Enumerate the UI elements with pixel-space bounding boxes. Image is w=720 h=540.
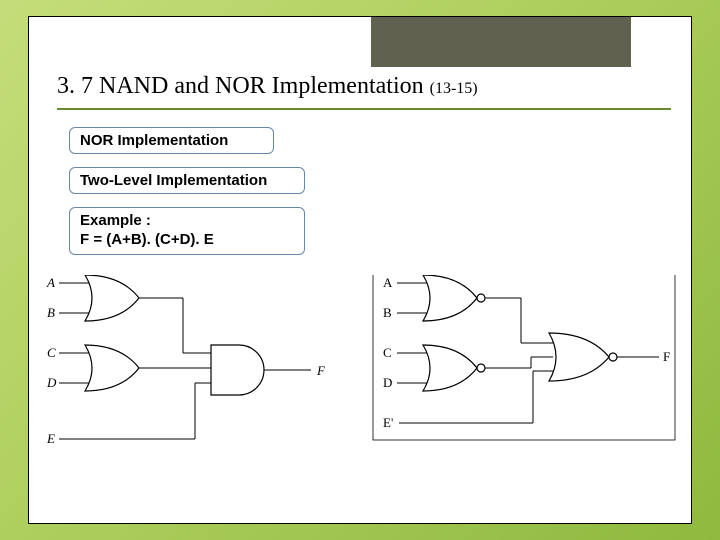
- left-input-A: A: [46, 275, 55, 290]
- bubble-nor1: [477, 294, 485, 302]
- right-input-B: B: [383, 305, 392, 320]
- circuit-diagrams: A B C D E: [43, 275, 679, 490]
- header-accent-block: [371, 17, 631, 67]
- left-input-E: E: [46, 431, 55, 446]
- box-example: Example : F = (A+B). (C+D). E: [69, 207, 305, 255]
- left-input-C: C: [47, 345, 56, 360]
- title-text: 3. 7 NAND and NOR Implementation: [57, 73, 430, 99]
- box-nor-implementation: NOR Implementation: [69, 127, 274, 154]
- right-input-D: D: [383, 375, 392, 390]
- slide-frame: 3. 7 NAND and NOR Implementation (13-15)…: [28, 16, 692, 524]
- circuit-svg: A B C D E: [43, 275, 679, 490]
- box-two-level-implementation: Two-Level Implementation: [69, 167, 305, 194]
- example-label: Example :: [80, 212, 294, 231]
- right-input-A: A: [383, 275, 393, 290]
- left-circuit: A B C D E: [46, 275, 326, 446]
- bubble-nor2: [477, 364, 485, 372]
- title-page-range: (13-15): [430, 80, 478, 97]
- right-output-F: F: [663, 349, 670, 364]
- left-input-B: B: [47, 305, 55, 320]
- or-gate-2: [85, 345, 139, 391]
- and-gate-left: [211, 345, 264, 395]
- left-output-F: F: [316, 363, 326, 378]
- or-gate-1: [85, 275, 139, 321]
- title-bar: 3. 7 NAND and NOR Implementation (13-15): [57, 73, 671, 110]
- right-input-E: E': [383, 415, 393, 430]
- right-circuit: A B C D E': [373, 275, 675, 440]
- right-input-C: C: [383, 345, 392, 360]
- left-input-D: D: [46, 375, 57, 390]
- bubble-nor-out: [609, 353, 617, 361]
- example-equation: F = (A+B). (C+D). E: [80, 231, 294, 250]
